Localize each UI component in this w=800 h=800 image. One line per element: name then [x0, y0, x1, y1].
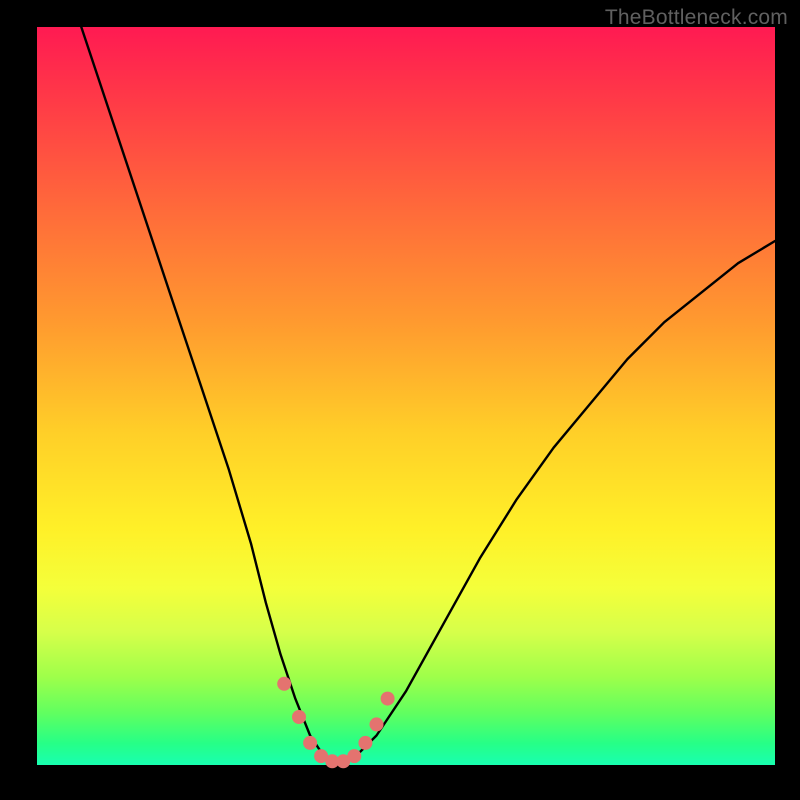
bottleneck-curve-path: [81, 27, 775, 765]
highlight-dot: [292, 710, 306, 724]
highlight-dot: [347, 749, 361, 763]
highlight-dot: [277, 677, 291, 691]
bottleneck-curve: [81, 27, 775, 765]
highlight-dot: [303, 736, 317, 750]
highlight-dots: [277, 677, 394, 769]
watermark-text: TheBottleneck.com: [605, 6, 788, 30]
plot-area: [37, 27, 775, 765]
chart-frame: TheBottleneck.com: [0, 0, 800, 800]
curve-layer: [37, 27, 775, 765]
highlight-dot: [358, 736, 372, 750]
highlight-dot: [370, 717, 384, 731]
highlight-dot: [381, 692, 395, 706]
